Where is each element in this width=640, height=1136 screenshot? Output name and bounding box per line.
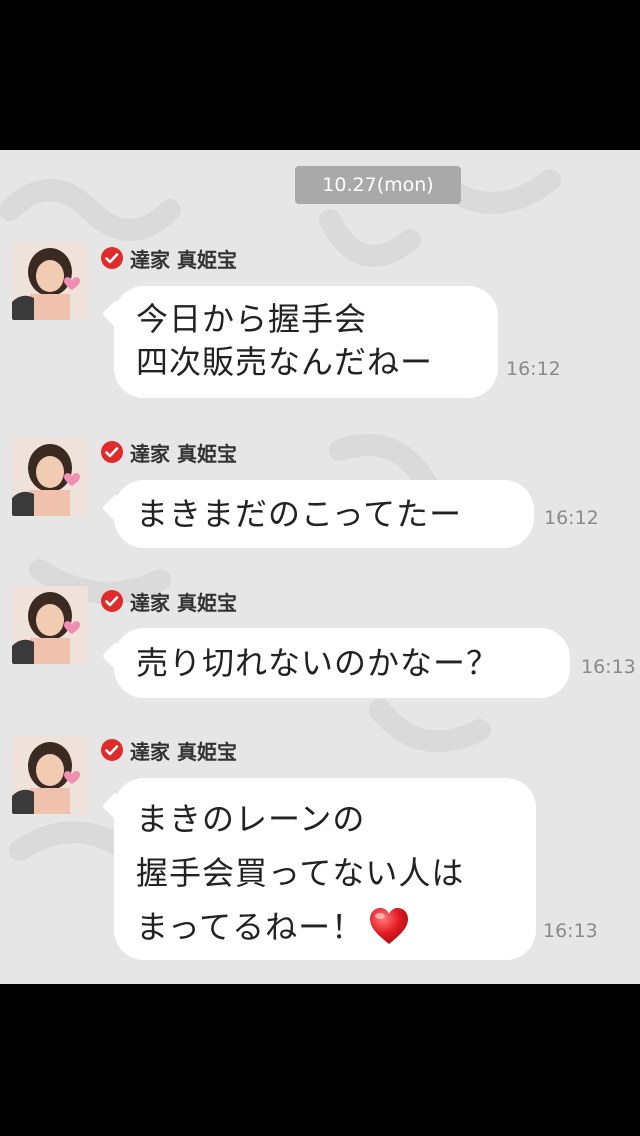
avatar[interactable] bbox=[12, 586, 88, 664]
verified-check-icon bbox=[101, 441, 123, 463]
profile-photo bbox=[12, 736, 88, 814]
message-bubble[interactable]: 売り切れないのかなー？ bbox=[101, 628, 570, 698]
screen: 10.27(mon) 達家 真姫宝 今日から握手会 四次販売なんだねー 16:1… bbox=[0, 0, 640, 1136]
avatar[interactable] bbox=[12, 736, 88, 814]
message-text-line: 握手会買ってない人は bbox=[136, 854, 465, 892]
sender-name: 達家 真姫宝 bbox=[130, 441, 237, 466]
message-time: 16:12 bbox=[544, 507, 599, 529]
chat-view[interactable]: 10.27(mon) 達家 真姫宝 今日から握手会 四次販売なんだねー 16:1… bbox=[0, 150, 640, 984]
verified-check-icon bbox=[101, 247, 123, 269]
message-bubble[interactable]: 今日から握手会 四次販売なんだねー bbox=[101, 286, 498, 398]
message-text-line: 四次販売なんだねー bbox=[136, 343, 434, 381]
message-text-line-with-emoji: まってるねー！ bbox=[136, 900, 514, 954]
verified-check-icon bbox=[101, 590, 123, 612]
sender-row: 達家 真姫宝 bbox=[100, 437, 237, 467]
profile-photo bbox=[12, 242, 88, 320]
verified-check-icon bbox=[101, 739, 123, 761]
message-time: 16:12 bbox=[506, 358, 561, 380]
date-divider: 10.27(mon) bbox=[295, 166, 461, 204]
profile-photo bbox=[12, 586, 88, 664]
message-text: まってるねー！ bbox=[136, 908, 365, 946]
heart-icon bbox=[370, 908, 409, 944]
sender-row: 達家 真姫宝 bbox=[100, 243, 237, 273]
message-text-line: 売り切れないのかなー？ bbox=[136, 644, 500, 682]
message-bubble[interactable]: まきのレーンの 握手会買ってない人は まってるねー！ bbox=[101, 778, 536, 960]
message-text-line: まきまだのこってたー bbox=[136, 495, 463, 533]
sender-name: 達家 真姫宝 bbox=[130, 739, 237, 764]
message-time: 16:13 bbox=[543, 920, 598, 942]
message-bubble[interactable]: まきまだのこってたー bbox=[101, 480, 534, 548]
message-text-line: まきのレーンの bbox=[136, 800, 366, 838]
sender-row: 達家 真姫宝 bbox=[100, 586, 237, 616]
profile-photo bbox=[12, 438, 88, 516]
message-text-line: 今日から握手会 bbox=[136, 300, 368, 338]
sender-row: 達家 真姫宝 bbox=[100, 735, 237, 765]
avatar[interactable] bbox=[12, 242, 88, 320]
sender-name: 達家 真姫宝 bbox=[130, 247, 237, 272]
message-time: 16:13 bbox=[581, 656, 636, 678]
avatar[interactable] bbox=[12, 438, 88, 516]
sender-name: 達家 真姫宝 bbox=[130, 590, 237, 615]
